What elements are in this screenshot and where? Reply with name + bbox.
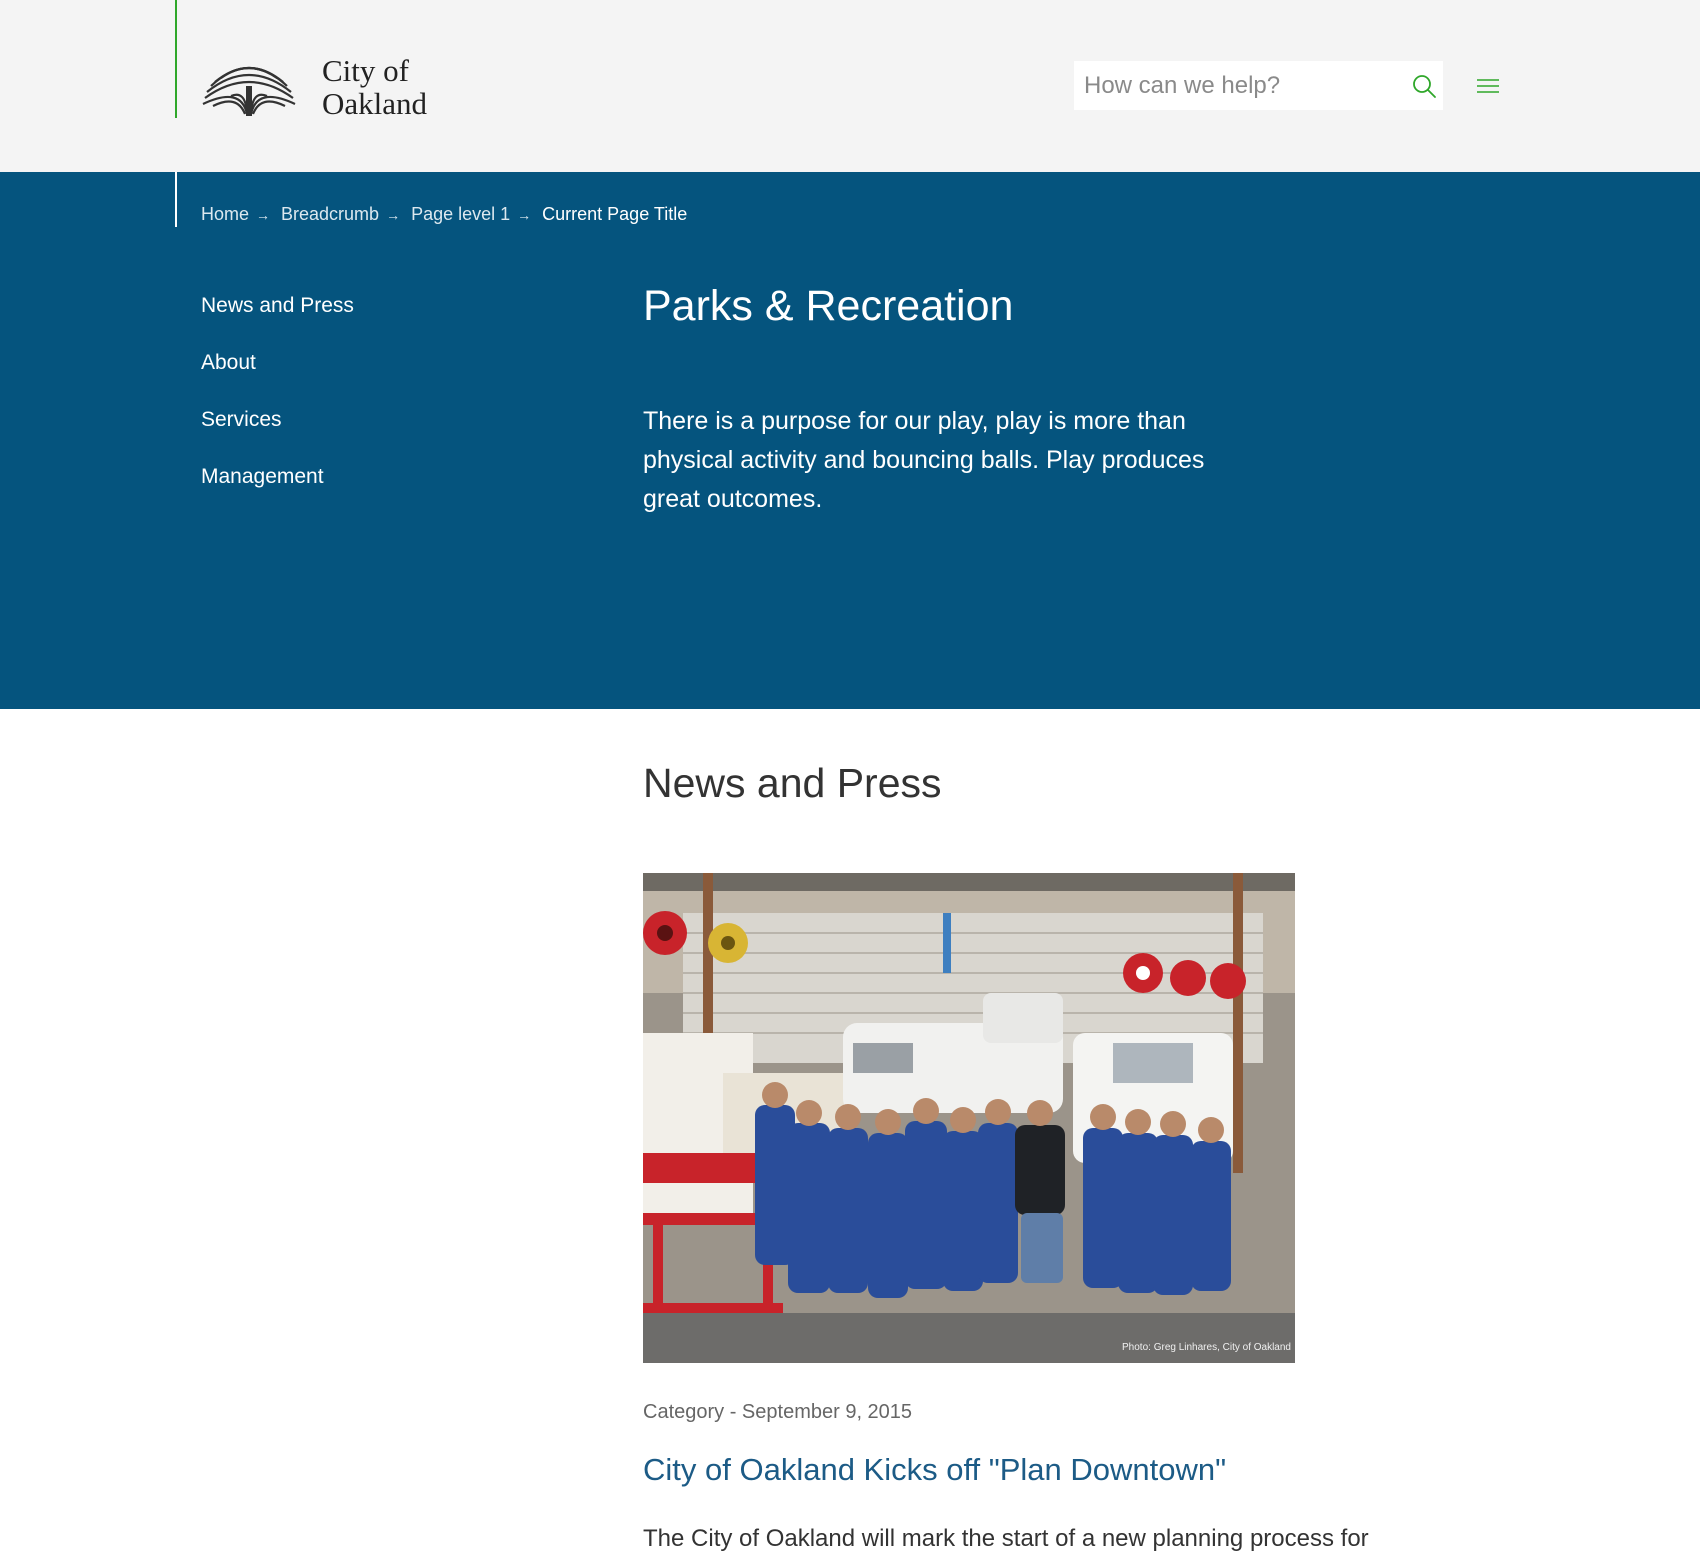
oak-tree-logo-icon [202, 66, 296, 116]
breadcrumb-arrow-icon: → [256, 206, 271, 223]
side-nav-management[interactable]: Management [201, 465, 324, 488]
site-header: City of Oakland [0, 0, 1700, 172]
breadcrumb-current-page: Current Page Title [542, 204, 688, 224]
side-nav-item: News and Press [201, 294, 354, 351]
hamburger-menu-icon [1477, 79, 1499, 93]
logo-line-1: City of [322, 53, 409, 88]
breadcrumb-page-level-link[interactable]: Page level 1 [411, 204, 510, 225]
breadcrumb-link[interactable]: Breadcrumb [281, 204, 379, 225]
side-nav-item: Services [201, 408, 354, 465]
breadcrumb: Home → Breadcrumb → Page level 1 → Curre… [201, 204, 687, 225]
side-nav-services[interactable]: Services [201, 408, 282, 431]
side-nav: News and Press About Services Management [201, 294, 354, 522]
page-title: Parks & Recreation [643, 282, 1014, 330]
breadcrumb-arrow-icon: → [517, 206, 532, 223]
side-nav-item: About [201, 351, 354, 408]
city-logo-link[interactable]: City of Oakland [201, 52, 427, 122]
search-icon [1412, 74, 1436, 98]
header-accent-bar [175, 0, 177, 118]
breadcrumb-home-link[interactable]: Home [201, 204, 249, 225]
hero-accent-bar [175, 172, 177, 227]
search-form [1074, 61, 1443, 110]
garage-crew-photo [643, 873, 1295, 1363]
news-excerpt: The City of Oakland will mark the start … [643, 1525, 1369, 1552]
news-headline-link[interactable]: City of Oakland Kicks off "Plan Downtown… [643, 1452, 1226, 1488]
breadcrumb-arrow-icon: → [386, 206, 401, 223]
logo-line-2: Oakland [322, 86, 428, 121]
side-nav-item: Management [201, 465, 354, 522]
news-meta: Category - September 9, 2015 [643, 1401, 913, 1423]
search-button[interactable] [1404, 61, 1443, 110]
side-nav-about[interactable]: About [201, 351, 256, 374]
side-nav-news-and-press[interactable]: News and Press [201, 294, 354, 317]
search-input[interactable] [1074, 61, 1404, 110]
menu-button[interactable] [1473, 72, 1503, 100]
logo-text: City of Oakland [322, 54, 427, 120]
news-image[interactable]: Photo: Greg Linhares, City of Oakland [643, 873, 1295, 1363]
section-title: News and Press [643, 760, 942, 806]
hero-banner: Home → Breadcrumb → Page level 1 → Curre… [0, 172, 1700, 709]
photo-credit: Photo: Greg Linhares, City of Oakland [1122, 1342, 1291, 1353]
hero-description: There is a purpose for our play, play is… [643, 407, 1205, 513]
